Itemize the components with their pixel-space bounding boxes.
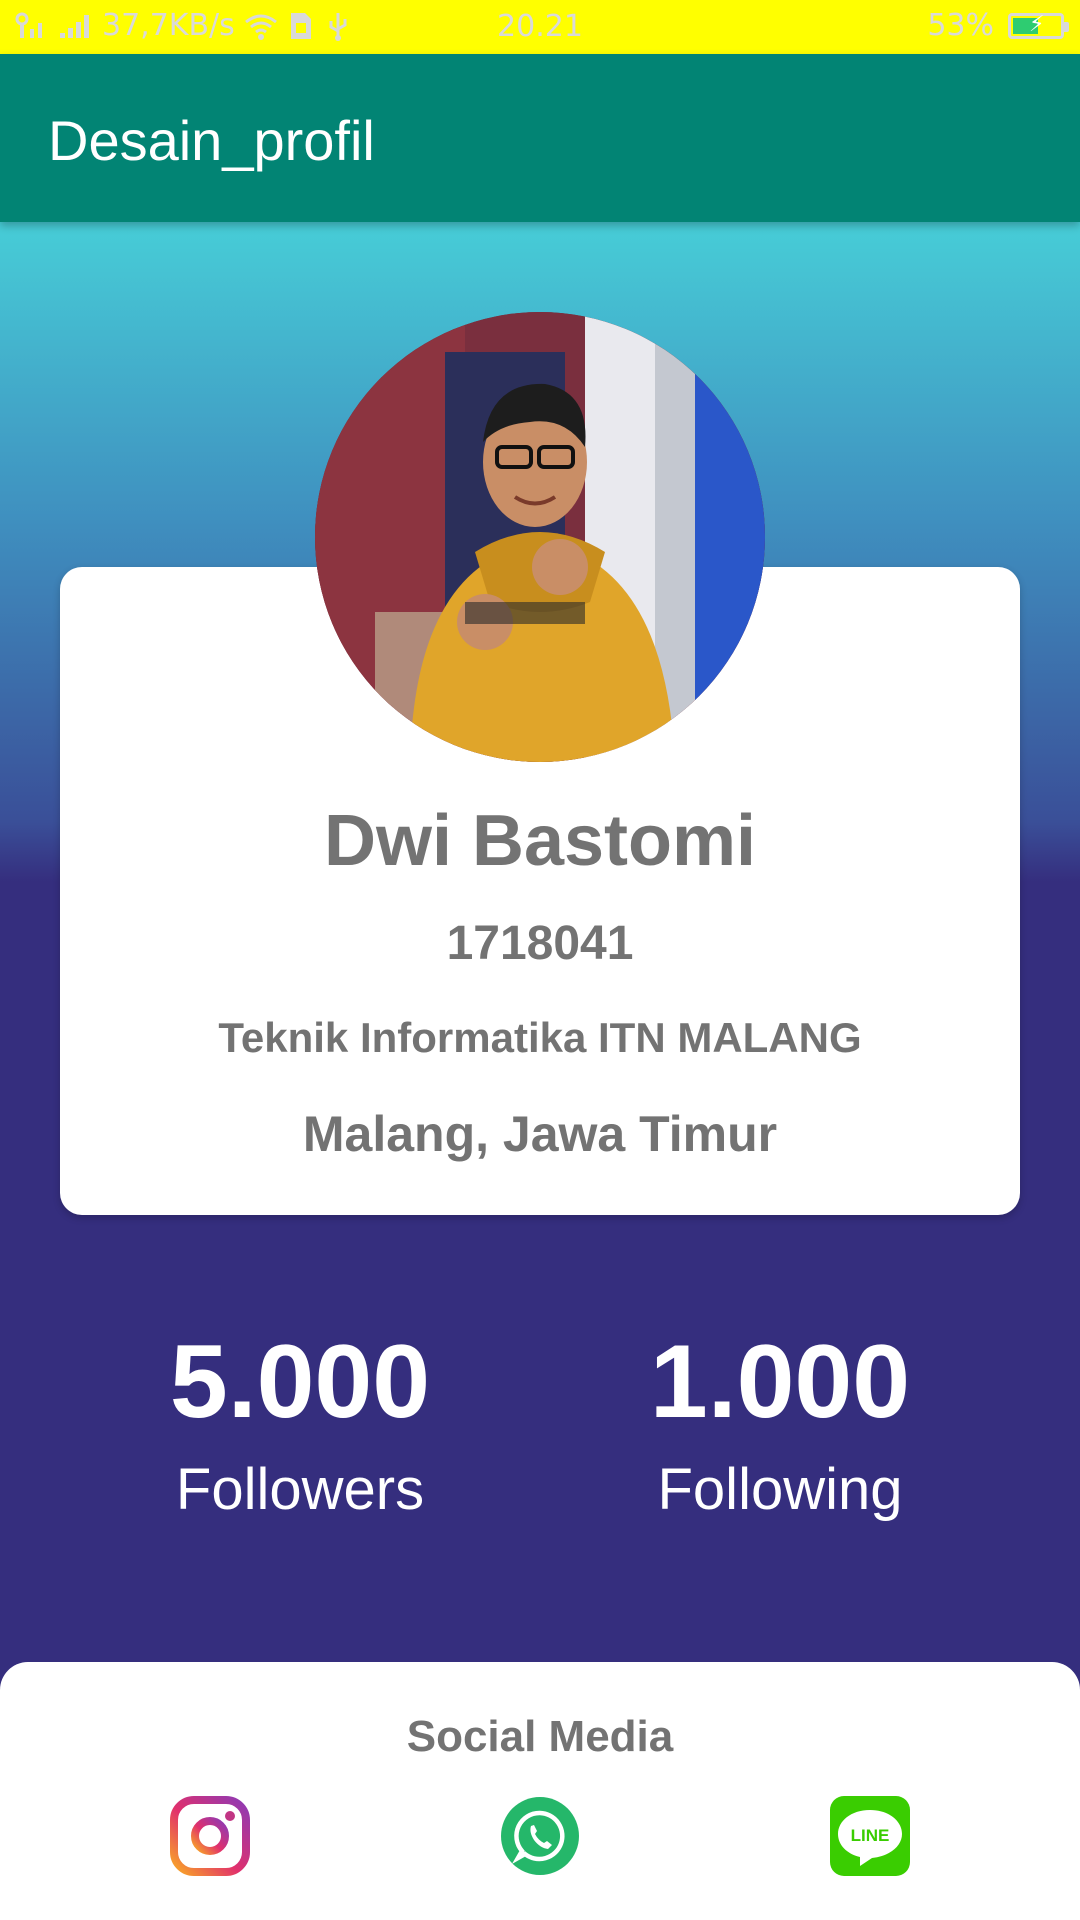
avatar bbox=[315, 312, 765, 762]
following-count: 1.000 bbox=[649, 1324, 911, 1440]
status-time: 20.21 bbox=[497, 9, 583, 44]
following-label: Following bbox=[657, 1457, 903, 1522]
battery-percent: 53% bbox=[927, 8, 994, 43]
line-icon-label: LINE bbox=[851, 1826, 890, 1845]
instagram-icon[interactable] bbox=[170, 1796, 250, 1876]
profile-department: Teknik Informatika ITN MALANG bbox=[218, 1014, 862, 1061]
whatsapp-icon[interactable] bbox=[500, 1796, 580, 1876]
status-right: 53% ⚡ bbox=[927, 8, 1069, 43]
charging-bolt-icon: ⚡ bbox=[1029, 11, 1045, 37]
profile-name: Dwi Bastomi bbox=[323, 801, 757, 881]
social-media-title: Social Media bbox=[406, 1712, 674, 1761]
line-icon[interactable]: LINE bbox=[830, 1796, 910, 1876]
profile-location: Malang, Jawa Timur bbox=[302, 1106, 778, 1162]
battery-charging-icon: ⚡ bbox=[1008, 11, 1069, 39]
followers-label: Followers bbox=[175, 1457, 425, 1522]
avatar-photo bbox=[315, 312, 765, 762]
status-bar: 37,7KB/s 20.21 53% ⚡ bbox=[0, 0, 1080, 54]
profile-nim: 1718041 bbox=[446, 917, 634, 970]
followers-stat: 5.000 Followers bbox=[100, 1330, 500, 1523]
app-bar: Desain_profil bbox=[0, 54, 1080, 222]
following-stat: 1.000 Following bbox=[580, 1330, 980, 1523]
followers-count: 5.000 bbox=[169, 1324, 431, 1440]
app-title: Desain_profil bbox=[48, 109, 375, 172]
social-media-card: Social Media LINE bbox=[0, 1662, 1080, 1920]
